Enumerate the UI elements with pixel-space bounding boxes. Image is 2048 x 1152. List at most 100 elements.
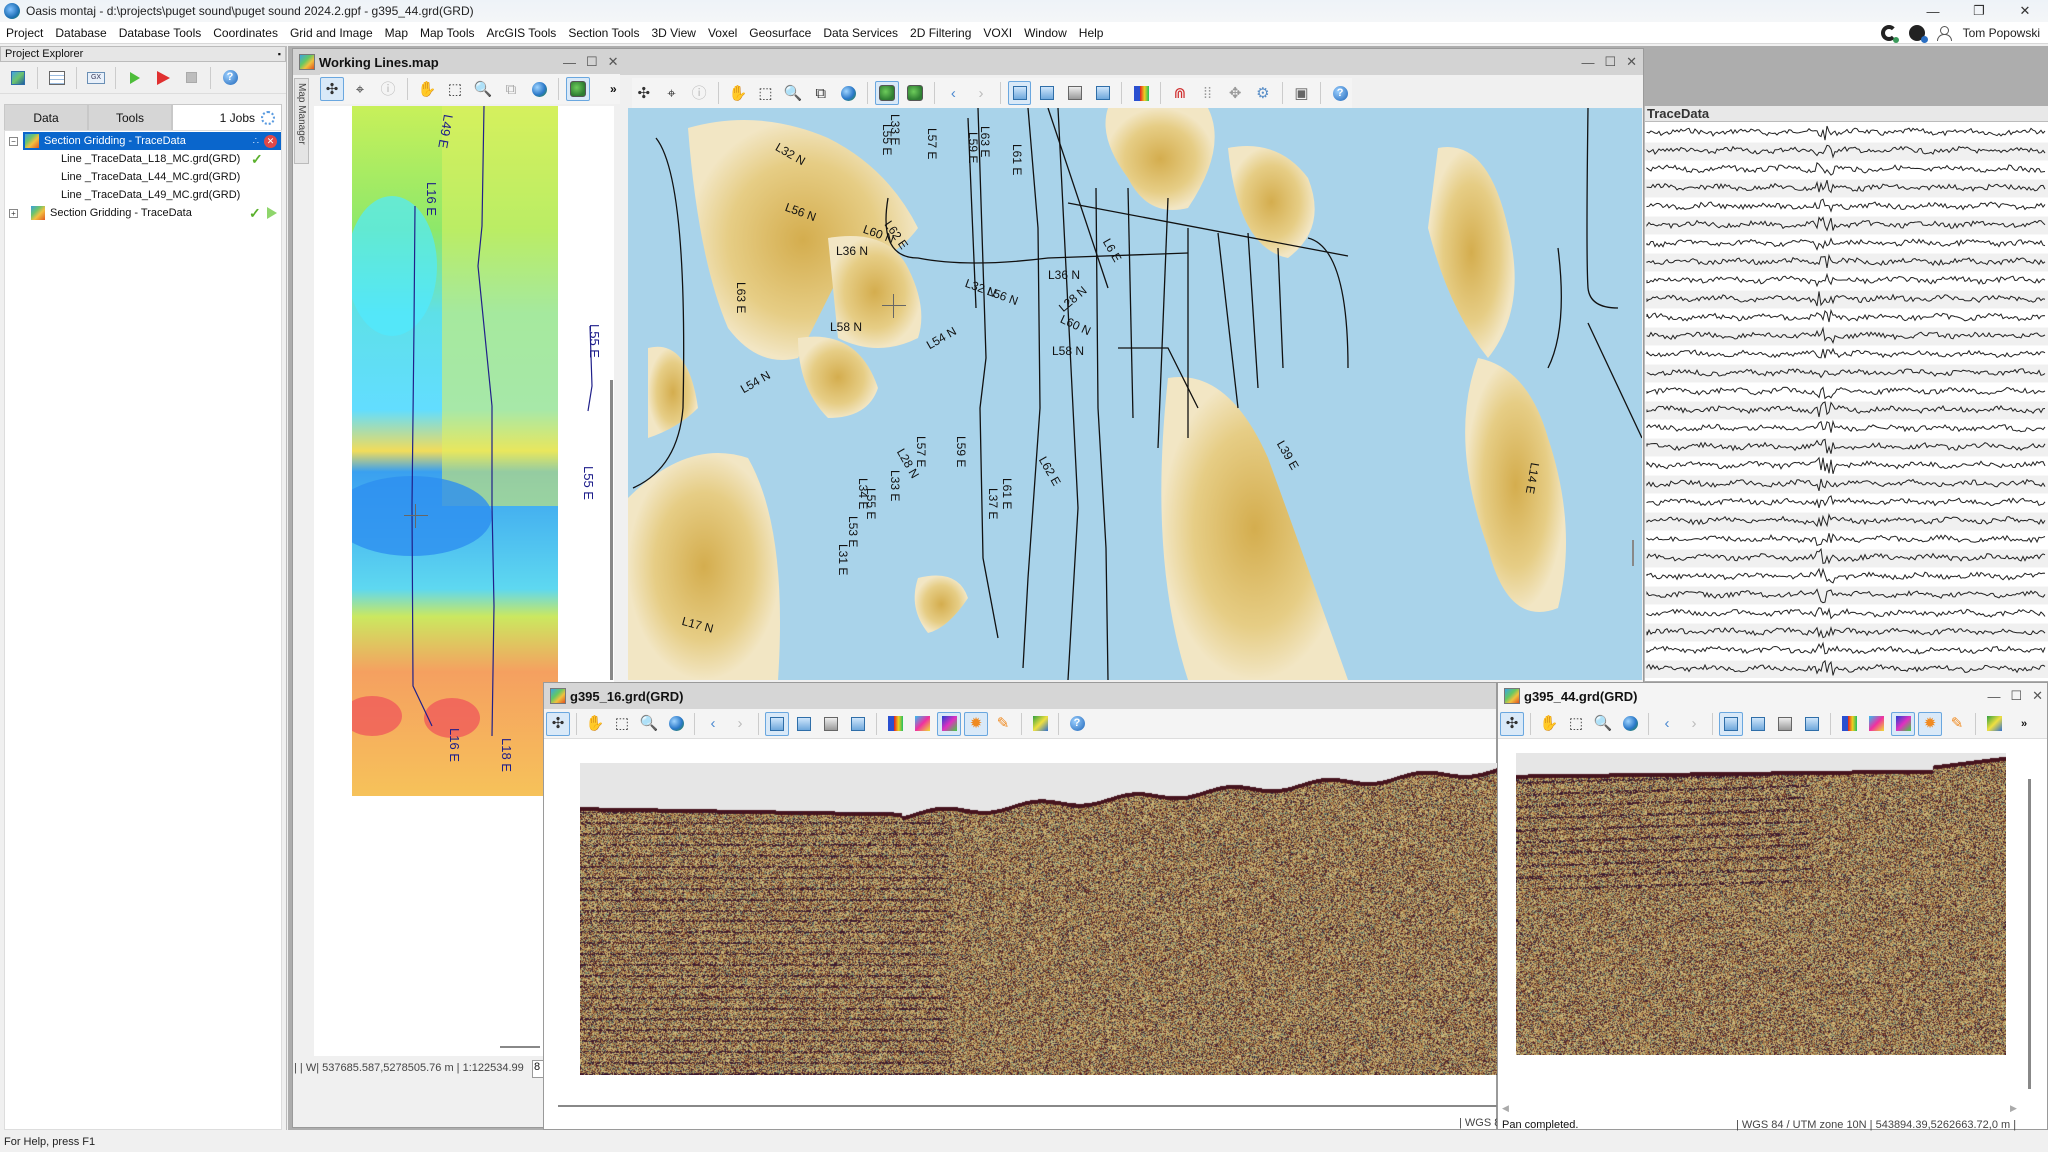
tab-data[interactable]: Data xyxy=(4,104,88,130)
collapse-icon[interactable]: − xyxy=(9,136,18,146)
sun-edit-button[interactable]: ✎ xyxy=(1945,712,1969,736)
grid-vscroll[interactable] xyxy=(2028,779,2031,1089)
pan-tool-button[interactable]: ✋ xyxy=(726,81,750,105)
layout-1-button[interactable] xyxy=(765,711,789,736)
back-button[interactable]: ‹ xyxy=(942,81,966,105)
menu-arcgis-tools[interactable]: ArcGIS Tools xyxy=(481,26,563,40)
color-bar-button[interactable] xyxy=(1837,712,1861,736)
user-icon[interactable] xyxy=(1936,26,1952,41)
minimize-button[interactable]: — xyxy=(1910,0,1956,22)
job-child-row[interactable]: Line _TraceData_L18_MC.grd(GRD) ✓ xyxy=(5,150,281,168)
layout-1-button[interactable] xyxy=(1007,81,1032,105)
job-row-selected[interactable]: Section Gridding - TraceData ∴ ✕ xyxy=(23,132,281,150)
menu-coordinates[interactable]: Coordinates xyxy=(207,26,284,40)
move-button[interactable]: ✥ xyxy=(1223,81,1247,105)
back-button[interactable]: ‹ xyxy=(1655,712,1679,736)
select-tool-button[interactable]: ✣ xyxy=(632,81,656,105)
job-row[interactable]: + Section Gridding - TraceData ✓ xyxy=(5,204,281,222)
select-tool-button[interactable]: ✣ xyxy=(320,77,344,101)
menu-map-tools[interactable]: Map Tools xyxy=(414,26,480,40)
back-button[interactable]: ‹ xyxy=(701,712,725,736)
seismic-section-16[interactable] xyxy=(580,763,1498,1075)
target-tool-button[interactable]: ⌖ xyxy=(348,77,372,101)
menu-data-services[interactable]: Data Services xyxy=(817,26,904,40)
toolbar-overflow-button[interactable]: » xyxy=(610,82,617,96)
menu-2d-filtering[interactable]: 2D Filtering xyxy=(904,26,977,40)
run-all-button[interactable] xyxy=(151,66,175,90)
grid-hscroll[interactable] xyxy=(558,1105,1498,1107)
help-button[interactable]: ? xyxy=(218,66,242,90)
cancel-job-icon[interactable]: ✕ xyxy=(264,134,277,148)
sun-angle-button[interactable]: ✹ xyxy=(964,711,988,736)
full-extent-button[interactable] xyxy=(837,81,861,105)
zoom-button[interactable]: 🔍 xyxy=(1591,712,1615,736)
pan-tool-button[interactable]: ✋ xyxy=(1537,712,1561,736)
map-layer-button[interactable] xyxy=(875,81,899,105)
layout-2-button[interactable] xyxy=(1746,712,1770,736)
view-close-button[interactable]: ✕ xyxy=(1626,54,1637,70)
restore-button[interactable]: ❐ xyxy=(1956,0,2002,22)
layout-4-button[interactable] xyxy=(1800,712,1824,736)
run-button[interactable] xyxy=(123,66,147,90)
color-table-button[interactable] xyxy=(910,712,934,736)
snap-button[interactable]: ⋒ xyxy=(1168,81,1192,105)
forward-button[interactable]: › xyxy=(728,712,752,736)
color-bar-button[interactable] xyxy=(1129,81,1153,105)
menu-window[interactable]: Window xyxy=(1018,26,1073,40)
pan-tool-button[interactable]: ✋ xyxy=(415,77,439,101)
layout-2-button[interactable] xyxy=(792,712,816,736)
shaded-relief-button[interactable] xyxy=(1891,711,1915,736)
job-row[interactable]: − Section Gridding - TraceData ∴ ✕ xyxy=(5,132,281,150)
open-project-button[interactable] xyxy=(6,66,30,90)
bathymetry-map-canvas[interactable]: L32 N L56 N L36 N L60 N L62 E L33 E L55 … xyxy=(628,108,1642,680)
grid-map-button[interactable] xyxy=(1028,712,1052,736)
grid-close-button[interactable]: ✕ xyxy=(2032,688,2043,704)
database-button[interactable] xyxy=(45,66,69,90)
menu-voxi[interactable]: VOXI xyxy=(977,26,1018,40)
sun-edit-button[interactable]: ✎ xyxy=(991,712,1015,736)
gx-button[interactable]: GX xyxy=(84,66,108,90)
job-child-row[interactable]: Line _TraceData_L49_MC.grd(GRD) xyxy=(5,186,281,204)
zoom-box-button[interactable]: ⧉ xyxy=(499,77,523,101)
menu-project[interactable]: Project xyxy=(0,26,49,40)
forward-button[interactable]: › xyxy=(1682,712,1706,736)
info-tool-button[interactable]: ⓘ xyxy=(687,81,711,105)
close-button[interactable]: ✕ xyxy=(2002,0,2048,22)
full-extent-button[interactable] xyxy=(527,77,551,101)
pan-tool-button[interactable]: ✋ xyxy=(583,712,607,736)
play-icon[interactable] xyxy=(267,207,277,219)
view-maximize-button[interactable]: ☐ xyxy=(1604,54,1616,70)
layout-3-button[interactable] xyxy=(1773,712,1797,736)
color-table-button[interactable] xyxy=(1864,712,1888,736)
layout-4-button[interactable] xyxy=(846,712,870,736)
zoom-button[interactable]: 🔍 xyxy=(471,77,495,101)
forward-button[interactable]: › xyxy=(969,81,993,105)
zoom-extent-button[interactable]: ⬚ xyxy=(443,77,467,101)
grid-dots-button[interactable]: ⁞⁞ xyxy=(1196,81,1220,105)
target-tool-button[interactable]: ⌖ xyxy=(660,81,684,105)
menu-database[interactable]: Database xyxy=(49,26,112,40)
grid-maximize-button[interactable]: ☐ xyxy=(2010,688,2022,704)
menu-3d-view[interactable]: 3D View xyxy=(645,26,701,40)
toolbar-overflow-button[interactable]: » xyxy=(2021,718,2027,730)
full-extent-button[interactable] xyxy=(1618,712,1642,736)
user-name[interactable]: Tom Popowski xyxy=(1963,26,2040,40)
left-map-hscroll[interactable] xyxy=(500,1046,540,1048)
menu-database-tools[interactable]: Database Tools xyxy=(113,26,208,40)
pin-icon[interactable]: ▪ xyxy=(278,49,281,59)
tab-jobs[interactable]: 1 Jobs xyxy=(172,104,282,130)
bathy-map-vscroll[interactable] xyxy=(1632,540,1634,566)
map-close-button[interactable]: ✕ xyxy=(608,54,619,70)
map-maximize-button[interactable]: ☐ xyxy=(586,54,598,70)
layout-1-button[interactable] xyxy=(1719,711,1743,736)
grid-map-button[interactable] xyxy=(1982,712,2006,736)
tab-tools[interactable]: Tools xyxy=(88,104,172,130)
zoom-extent-button[interactable]: ⬚ xyxy=(754,81,778,105)
shaded-relief-button[interactable] xyxy=(937,711,961,736)
zoom-button[interactable]: 🔍 xyxy=(637,712,661,736)
map-manager-tab[interactable]: Map Manager xyxy=(294,78,309,164)
full-extent-button[interactable] xyxy=(664,712,688,736)
settings-button[interactable]: ⚙ xyxy=(1251,81,1275,105)
zoom-box-button[interactable]: ⧉ xyxy=(809,81,833,105)
snapshot-button[interactable]: ▣ xyxy=(1290,81,1314,105)
